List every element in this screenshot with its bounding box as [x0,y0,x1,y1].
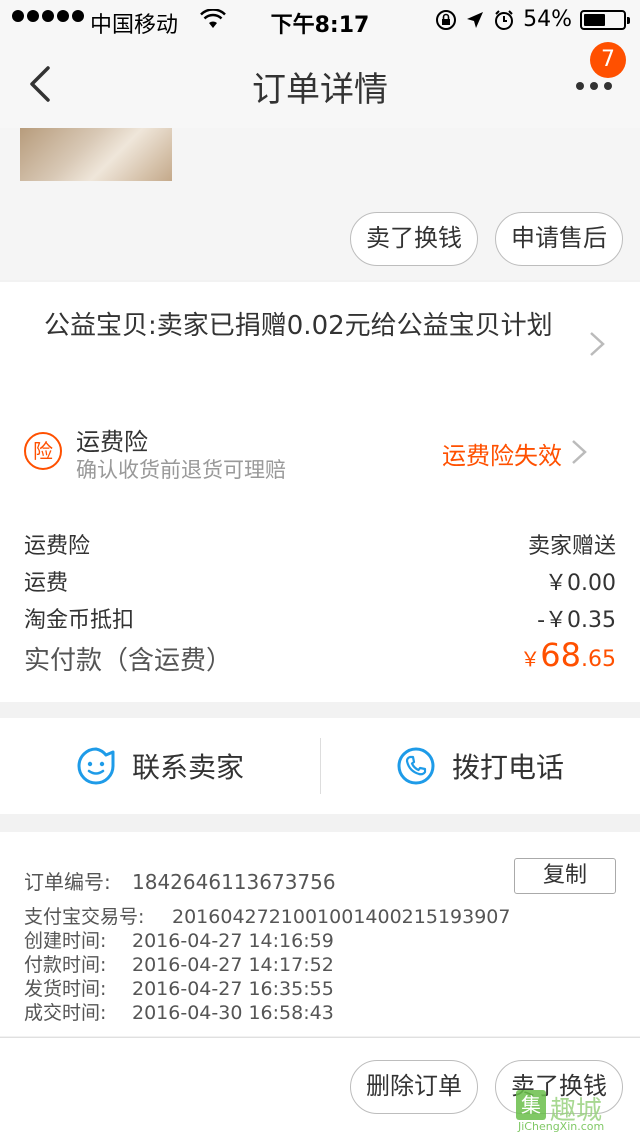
shipped-time-row: 发货时间: 2016-04-27 16:35:55 [24,974,334,1001]
fee-value: 卖家赠送 [527,534,616,559]
alarm-icon [495,9,514,30]
alipay-trade-number: 2016042721001001400215193907 [172,906,511,928]
currency-symbol: ￥ [520,647,541,671]
sell-for-cash-button[interactable]: 卖了换钱 [350,212,478,266]
status-bar: 中国移动 下午8:17 54% [0,0,640,40]
created-time: 2016-04-27 14:16:59 [132,930,334,952]
order-info-key: 付款时间: [24,954,107,976]
location-icon [467,11,484,28]
order-payment-section: 公益宝贝:卖家已捐赠0.02元给公益宝贝计划 险 运费险 确认收货前退货可理赔 … [0,282,640,702]
product-thumbnail[interactable] [20,128,172,181]
chat-face-icon [77,747,115,785]
bottom-action-bar: 删除订单 卖了换钱 集 趣城 JiChengXin.com [0,1037,640,1136]
paid-time-row: 付款时间: 2016-04-27 14:17:52 [24,950,334,977]
battery-icon [580,9,630,30]
battery-percent: 54% [523,7,572,32]
insurance-title: 运费险 [76,428,148,456]
insurance-status-link[interactable]: 运费险失效 [442,436,562,471]
fee-row: 淘金币抵扣 -￥0.35 [24,602,616,634]
fee-row: 运费 ￥0.00 [24,565,616,597]
order-info-key: 订单编号: [24,870,111,894]
order-info-key: 创建时间: [24,930,107,952]
order-number-row: 订单编号: 1842646113673756 [24,866,336,895]
total-paid-label: 实付款（含运费） [24,646,233,676]
fee-value: -￥0.35 [537,608,616,633]
contact-section: 联系卖家 拨打电话 [0,718,640,814]
product-section: 卖了换钱 申请售后 [0,128,640,280]
chevron-right-icon [590,332,605,356]
paid-time: 2016-04-27 14:17:52 [132,954,334,976]
fee-row: 运费险 卖家赠送 [24,528,616,560]
total-paid-amount: ￥68.65 [520,636,616,674]
call-phone-button[interactable]: 拨打电话 [396,718,564,814]
phone-icon [397,747,435,785]
order-number: 1842646113673756 [132,870,336,894]
completed-time-row: 成交时间: 2016-04-30 16:58:43 [24,998,334,1025]
watermark-url: JiChengXin.com [518,1120,605,1133]
order-info-key: 发货时间: [24,978,107,1000]
shipped-time: 2016-04-27 16:35:55 [132,978,334,1000]
chevron-right-icon [572,440,587,464]
notification-badge: 7 [590,42,626,78]
order-info-key: 支付宝交易号: [24,906,145,928]
watermark-logo: 集 [516,1090,546,1120]
delete-order-button[interactable]: 删除订单 [350,1060,478,1114]
page-title: 订单详情 [252,70,388,110]
order-info-key: 成交时间: [24,1002,107,1024]
copy-button[interactable]: 复制 [514,858,616,894]
contact-seller-button[interactable]: 联系卖家 [76,718,244,814]
fee-label: 运费险 [24,534,91,559]
contact-seller-label: 联系卖家 [132,751,245,784]
created-time-row: 创建时间: 2016-04-27 14:16:59 [24,926,334,953]
navigation-bar: 订单详情 7 [0,40,640,128]
order-info-section: 订单编号: 1842646113673756 复制 支付宝交易号: 20160427… [0,832,640,1036]
divider [320,738,321,794]
rotation-lock-icon [436,9,457,30]
charity-notice[interactable]: 公益宝贝:卖家已捐赠0.02元给公益宝贝计划 [44,310,574,342]
call-phone-label: 拨打电话 [452,751,565,784]
fee-label: 淘金币抵扣 [24,608,135,633]
apply-after-sale-button[interactable]: 申请售后 [495,212,623,266]
amount-decimal: .65 [581,647,616,672]
site-watermark: 集 趣城 JiChengXin.com [516,1086,636,1134]
alipay-trade-row: 支付宝交易号: 2016042721001001400215193907 [24,902,510,929]
amount-integer: 68 [540,636,581,674]
fee-value: ￥0.00 [545,571,616,596]
completed-time: 2016-04-30 16:58:43 [132,1002,334,1024]
insurance-subtitle: 确认收货前退货可理赔 [76,458,286,482]
insurance-icon: 险 [24,432,62,470]
fee-label: 运费 [24,571,69,596]
